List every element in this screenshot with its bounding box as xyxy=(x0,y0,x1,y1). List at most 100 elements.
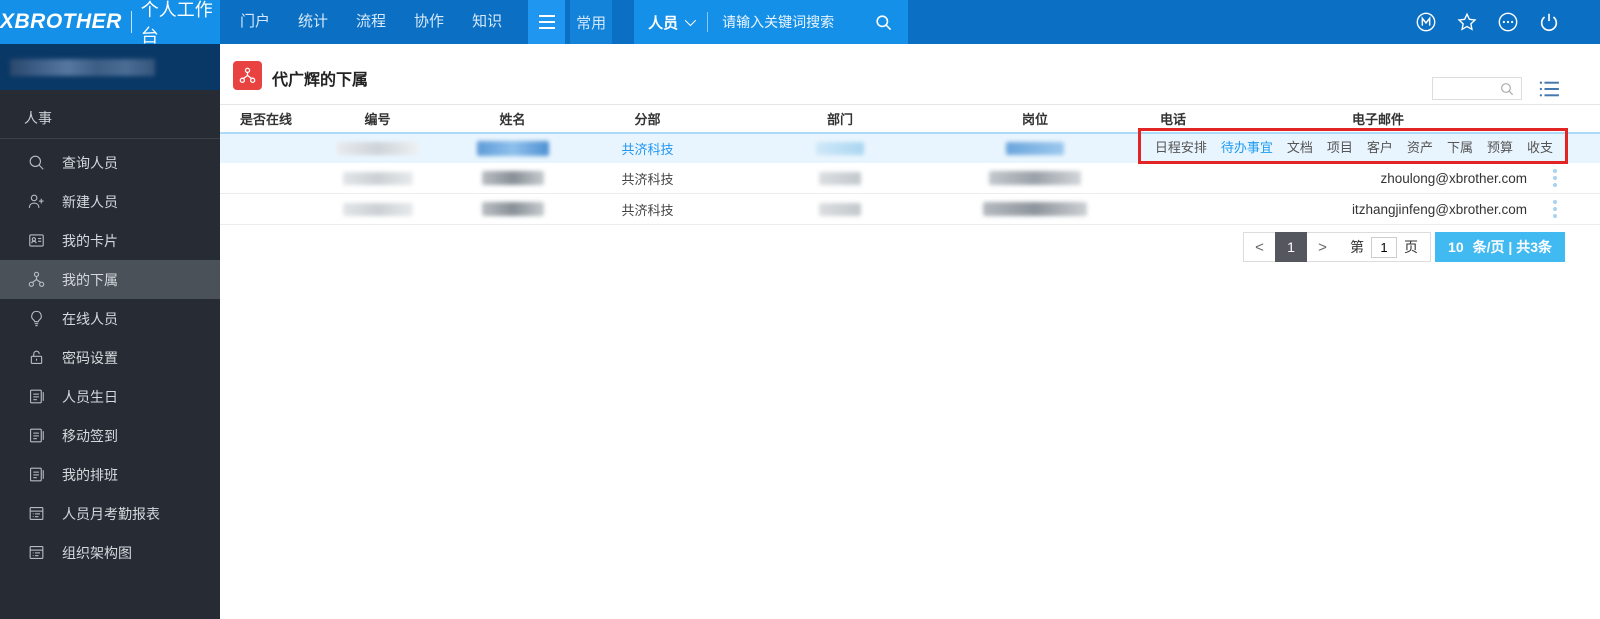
page-title: 代广辉的下属 xyxy=(272,72,369,89)
sidebar-item-password-settings[interactable]: 密码设置 xyxy=(0,338,220,377)
action-income-expense[interactable]: 收支 xyxy=(1527,137,1553,156)
nav-workflow[interactable]: 流程 xyxy=(342,0,400,44)
search-input[interactable] xyxy=(722,14,873,30)
org-chart-icon xyxy=(26,270,46,290)
col-online: 是否在线 xyxy=(240,112,293,127)
document-icon xyxy=(26,387,46,407)
chevron-down-icon xyxy=(684,14,697,27)
table-row[interactable]: 共济科技 zhoulong@xbrother.com xyxy=(220,163,1600,194)
code-redacted xyxy=(342,202,413,216)
nav-portal[interactable]: 门户 xyxy=(226,0,284,44)
product-name: 个人工作台 xyxy=(140,0,213,46)
search-icon[interactable] xyxy=(1499,81,1515,97)
brand-text: XBROTHER xyxy=(0,10,122,33)
email-text: itzhangjinfeng@xbrother.com xyxy=(1351,201,1527,217)
action-budget[interactable]: 预算 xyxy=(1487,137,1513,156)
user-name-redacted xyxy=(10,58,155,76)
page-size-value: 10 xyxy=(1448,239,1464,255)
power-icon[interactable] xyxy=(1538,11,1560,33)
position-redacted xyxy=(989,171,1081,185)
dept-redacted xyxy=(819,202,861,216)
app-logo[interactable]: XBROTHER 个人工作台 xyxy=(0,0,220,46)
list-view-icon[interactable] xyxy=(1538,80,1560,98)
user-block xyxy=(0,44,220,90)
global-search: 人员 xyxy=(634,0,909,44)
left-sidebar: 人事 查询人员 新建人员 我的卡片 我的下属 在线人员 密码设置 人员生日 移动… xyxy=(0,44,220,619)
sidebar-section-label: 人事 xyxy=(24,110,52,126)
topbar-right-icons xyxy=(1415,11,1600,33)
top-nav: 门户 统计 流程 协作 知识 xyxy=(226,0,516,44)
row-more-icon[interactable] xyxy=(1553,169,1557,187)
row-actions-annotation: 日程安排 待办事宜 文档 项目 客户 资产 下属 预算 收支 xyxy=(1138,128,1568,164)
sidebar-item-org-chart-view[interactable]: 组织架构图 xyxy=(0,533,220,572)
code-redacted xyxy=(336,142,419,155)
name-redacted[interactable] xyxy=(476,141,549,156)
report-icon xyxy=(26,504,46,524)
action-documents[interactable]: 文档 xyxy=(1287,137,1313,156)
org-chart-icon xyxy=(233,61,262,90)
next-page-button[interactable]: > xyxy=(1307,232,1338,262)
current-page-button[interactable]: 1 xyxy=(1275,232,1308,262)
action-todos[interactable]: 待办事宜 xyxy=(1221,137,1273,156)
sidebar-item-mobile-checkin[interactable]: 移动签到 xyxy=(0,416,220,455)
action-assets[interactable]: 资产 xyxy=(1407,137,1433,156)
sidebar-item-my-shifts[interactable]: 我的排班 xyxy=(0,455,220,494)
pagination: < 1 > 第 页 10 条/页 | 共3条 xyxy=(220,232,1565,262)
frequent-button[interactable]: 常用 xyxy=(570,0,613,44)
row-more-icon[interactable] xyxy=(1553,200,1557,218)
name-redacted[interactable] xyxy=(481,171,544,185)
total-count-label: 条/页 | 共3条 xyxy=(1472,239,1552,255)
col-name: 姓名 xyxy=(499,112,526,127)
page-jump-input[interactable] xyxy=(1371,236,1398,258)
branch-text: 共济科技 xyxy=(621,171,674,187)
col-phone: 电话 xyxy=(1160,112,1187,127)
branch-link[interactable]: 共济科技 xyxy=(580,139,715,158)
sidebar-item-monthly-attendance-report[interactable]: 人员月考勤报表 xyxy=(0,494,220,533)
lock-icon xyxy=(26,348,46,368)
sidebar-item-new-person[interactable]: 新建人员 xyxy=(0,182,220,221)
bulb-icon xyxy=(26,309,46,329)
table-search-box xyxy=(1432,77,1522,100)
sidebar-item-my-subordinates[interactable]: 我的下属 xyxy=(0,260,220,299)
more-icon[interactable] xyxy=(1497,11,1519,33)
sidebar-item-search-person[interactable]: 查询人员 xyxy=(0,143,220,182)
col-email: 电子邮件 xyxy=(1352,112,1405,127)
table-row[interactable]: 共济科技 itzhangjinfeng@xbrother.com xyxy=(220,194,1600,225)
prev-page-button[interactable]: < xyxy=(1244,232,1275,262)
sidebar-item-birthdays[interactable]: 人员生日 xyxy=(0,377,220,416)
menu-hamburger-icon[interactable] xyxy=(528,0,566,44)
search-category-dropdown[interactable]: 人员 xyxy=(648,12,697,33)
page-size-info: 10 条/页 | 共3条 xyxy=(1435,232,1565,262)
code-redacted xyxy=(342,171,413,185)
jump-prefix: 第 xyxy=(1350,239,1365,255)
jump-suffix: 页 xyxy=(1404,239,1419,255)
col-position: 岗位 xyxy=(1021,112,1048,127)
sidebar-item-my-card[interactable]: 我的卡片 xyxy=(0,221,220,260)
logo-divider xyxy=(130,11,132,33)
main-content: 代广辉的下属 是否在线 编号 姓名 分部 部门 岗位 电话 电子邮件 共济科技 … xyxy=(220,44,1600,619)
nav-stats[interactable]: 统计 xyxy=(284,0,342,44)
action-customers[interactable]: 客户 xyxy=(1367,137,1393,156)
action-schedule[interactable]: 日程安排 xyxy=(1155,137,1207,156)
col-dept: 部门 xyxy=(826,112,853,127)
position-redacted xyxy=(1006,142,1064,155)
document-icon xyxy=(26,426,46,446)
star-icon[interactable] xyxy=(1456,11,1478,33)
action-projects[interactable]: 项目 xyxy=(1327,137,1353,156)
name-redacted[interactable] xyxy=(481,202,544,216)
table-search-input[interactable] xyxy=(1433,81,1499,96)
id-card-icon xyxy=(26,231,46,251)
sidebar-item-online-persons[interactable]: 在线人员 xyxy=(0,299,220,338)
document-icon xyxy=(26,465,46,485)
dept-redacted xyxy=(819,171,861,185)
email-text: zhoulong@xbrother.com xyxy=(1380,170,1527,186)
report-icon xyxy=(26,543,46,563)
m-badge-icon[interactable] xyxy=(1415,11,1437,33)
nav-knowledge[interactable]: 知识 xyxy=(458,0,516,44)
action-subordinates[interactable]: 下属 xyxy=(1447,137,1473,156)
search-icon[interactable] xyxy=(872,11,894,33)
user-plus-icon xyxy=(26,192,46,212)
subordinates-table: 是否在线 编号 姓名 分部 部门 岗位 电话 电子邮件 共济科技 共济科技 zh… xyxy=(220,105,1600,225)
branch-text: 共济科技 xyxy=(621,202,674,218)
nav-collab[interactable]: 协作 xyxy=(400,0,458,44)
